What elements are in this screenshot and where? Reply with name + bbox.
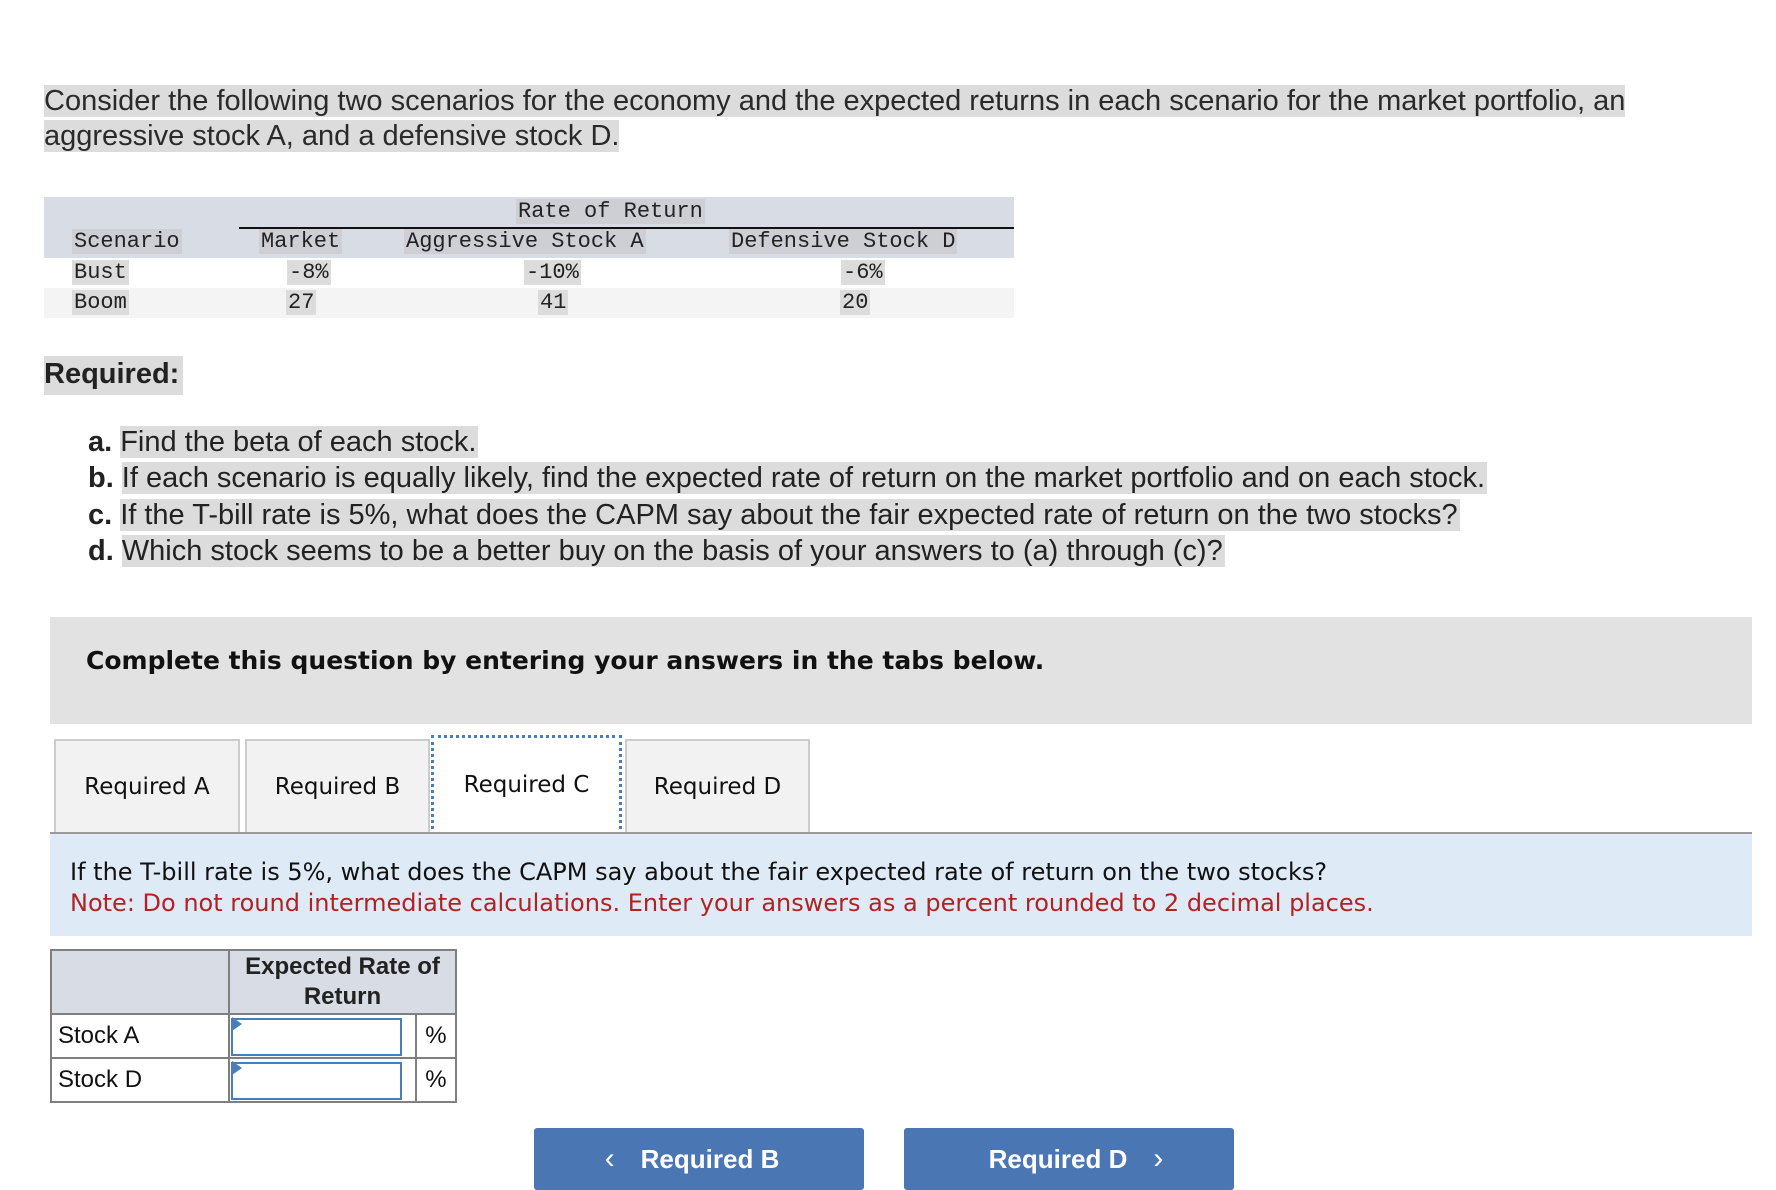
col-stock-a: Aggressive Stock A	[404, 229, 646, 254]
required-list: a. Find the beta of each stock. b. If each…	[88, 424, 1488, 569]
percent-unit: %	[414, 1013, 458, 1059]
col-market: Market	[259, 229, 343, 254]
cell-market: -8%	[287, 260, 331, 285]
expected-return-header: Expected Rate of Return	[228, 949, 457, 1015]
chevron-left-icon: ‹	[604, 1142, 615, 1175]
cell-stock-a: 41	[538, 290, 569, 315]
row-label-stock-a: Stock A	[50, 1013, 230, 1059]
answer-row: Stock D %	[50, 1057, 458, 1103]
scenario-returns-table: Rate of Return Scenario Market Aggressiv…	[44, 197, 1014, 318]
blank-header	[50, 949, 230, 1015]
required-item-c: c. If the T-bill rate is 5%, what does th…	[88, 498, 1460, 531]
cell-stock-a: -10%	[524, 260, 581, 285]
tab-required-d[interactable]: Required D	[625, 739, 810, 832]
stock-d-expected-return-input[interactable]	[231, 1061, 402, 1100]
required-item-b: b. If each scenario is equally likely, fi…	[88, 462, 1488, 495]
table-header: Rate of Return Scenario Market Aggressiv…	[44, 197, 1014, 258]
instruction-text: Complete this question by entering your …	[86, 646, 1045, 675]
required-item-d: d. Which stock seems to be a better buy o…	[88, 534, 1225, 567]
cell-stock-d: 20	[840, 290, 871, 315]
tab-required-a[interactable]: Required A	[54, 739, 240, 832]
next-required-d-button[interactable]: Required D ›	[904, 1128, 1234, 1190]
next-button-label: Required D	[988, 1143, 1128, 1174]
row-label-stock-d: Stock D	[50, 1057, 230, 1103]
cell-scenario: Bust	[72, 260, 129, 285]
stock-a-expected-return-input[interactable]	[231, 1017, 402, 1056]
col-scenario: Scenario	[72, 229, 182, 254]
cell-market: 27	[286, 290, 317, 315]
prev-button-label: Required B	[640, 1143, 780, 1174]
problem-intro: Consider the following two scenarios for…	[44, 84, 1776, 154]
intro-line-2: aggressive stock A, and a defensive stoc…	[44, 120, 620, 152]
input-flag-icon	[232, 1017, 242, 1031]
tab-required-c[interactable]: Required C	[431, 735, 622, 835]
answer-header-row: Expected Rate of Return	[50, 949, 457, 1015]
question-note: Note: Do not round intermediate calculat…	[70, 889, 1374, 917]
answer-row: Stock A %	[50, 1013, 458, 1059]
question-panel: If the T-bill rate is 5%, what does the …	[50, 834, 1752, 936]
prev-required-b-button[interactable]: ‹ Required B	[534, 1128, 864, 1190]
instruction-banner: Complete this question by entering your …	[50, 617, 1752, 724]
chevron-right-icon: ›	[1153, 1142, 1164, 1175]
percent-unit: %	[414, 1057, 458, 1103]
required-item-a: a. Find the beta of each stock.	[88, 426, 479, 458]
answer-table: Expected Rate of Return Stock A % Stock …	[50, 949, 458, 1103]
table-row: Boom 27 41 20	[44, 288, 1014, 318]
cell-scenario: Boom	[72, 290, 129, 315]
tab-required-b[interactable]: Required B	[245, 739, 430, 832]
col-stock-d: Defensive Stock D	[729, 229, 958, 254]
required-heading: Required:	[44, 356, 184, 395]
input-flag-icon	[232, 1061, 242, 1075]
table-row: Bust -8% -10% -6%	[44, 258, 1014, 288]
group-header: Rate of Return	[516, 199, 705, 224]
intro-line-1: Consider the following two scenarios for…	[44, 85, 1626, 117]
cell-stock-d: -6%	[841, 260, 885, 285]
question-text: If the T-bill rate is 5%, what does the …	[70, 858, 1328, 886]
